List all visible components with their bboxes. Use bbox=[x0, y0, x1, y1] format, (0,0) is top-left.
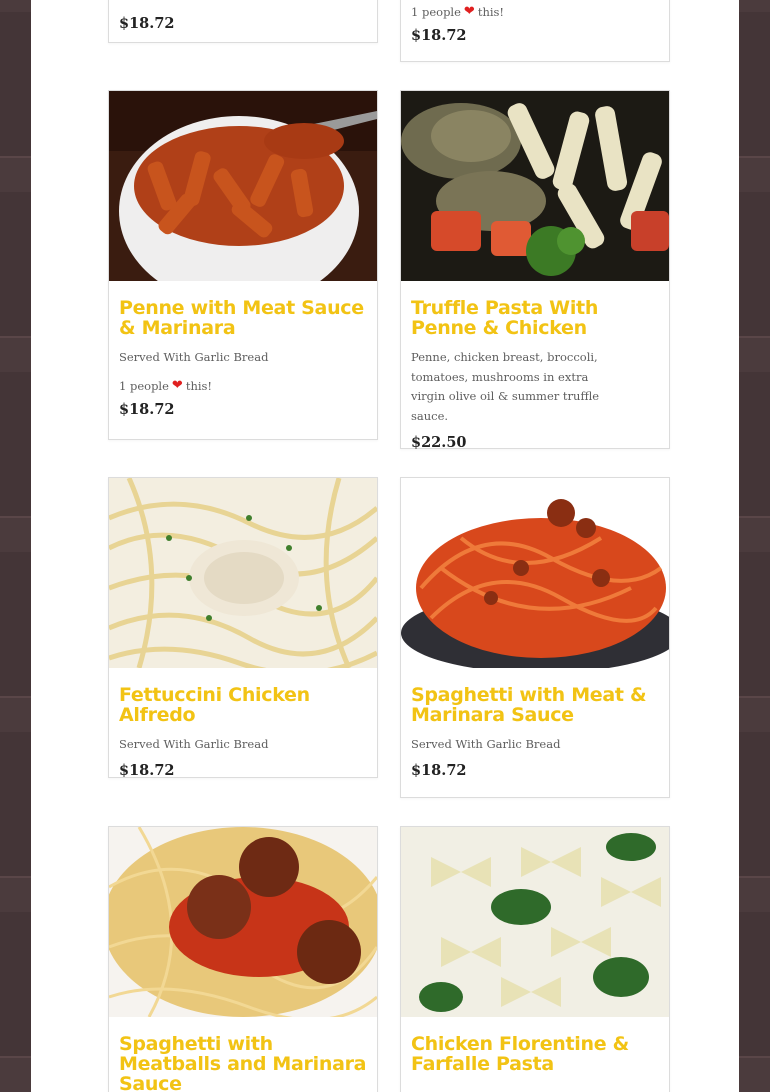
item-photo[interactable] bbox=[109, 827, 377, 1017]
wood-background-left bbox=[0, 0, 31, 1092]
item-price: $18.72 bbox=[119, 15, 175, 32]
menu-item-card[interactable]: Truffle Pasta With Penne & Chicken Penne… bbox=[400, 90, 670, 451]
menu-item-card[interactable]: 1 people ❤ this! $18.72 bbox=[400, 0, 670, 62]
item-photo[interactable] bbox=[109, 91, 377, 281]
item-title[interactable]: Spaghetti with Meatballs and Marinara Sa… bbox=[119, 1034, 367, 1092]
penne-meat-sauce-image bbox=[109, 91, 377, 281]
item-title[interactable]: Penne with Meat Sauce & Marinara bbox=[119, 298, 367, 338]
heart-icon[interactable]: ❤ bbox=[464, 4, 475, 20]
spaghetti-meat-sauce-image bbox=[401, 478, 669, 668]
heart-icon[interactable]: ❤ bbox=[172, 378, 183, 394]
item-photo[interactable] bbox=[401, 827, 669, 1017]
item-title[interactable]: Fettuccini Chicken Alfredo bbox=[119, 685, 367, 725]
likes-suffix: this! bbox=[185, 378, 213, 393]
menu-item-card[interactable]: $18.72 bbox=[108, 0, 378, 43]
item-title[interactable]: Spaghetti with Meat & Marinara Sauce bbox=[411, 685, 659, 725]
item-photo[interactable] bbox=[401, 91, 669, 281]
item-description: Served With Garlic Bread bbox=[119, 737, 269, 751]
item-description: Served With Garlic Bread bbox=[119, 350, 269, 364]
item-likes: 1 people ❤ this! bbox=[119, 378, 367, 394]
fettuccini-alfredo-image bbox=[109, 478, 377, 668]
item-price: $18.72 bbox=[411, 27, 467, 44]
item-photo[interactable] bbox=[401, 478, 669, 668]
wood-background-right bbox=[739, 0, 770, 1092]
menu-item-card[interactable]: Spaghetti with Meatballs and Marinara Sa… bbox=[108, 826, 378, 1092]
likes-count: 1 people bbox=[119, 378, 169, 393]
spaghetti-meatballs-image bbox=[109, 827, 377, 1017]
menu-item-card[interactable]: Fettuccini Chicken Alfredo Served With G… bbox=[108, 477, 378, 779]
item-price: $18.72 bbox=[411, 761, 467, 779]
item-price: $22.50 bbox=[411, 434, 467, 451]
likes-count: 1 people bbox=[411, 5, 461, 19]
menu-item-card[interactable]: Penne with Meat Sauce & Marinara Served … bbox=[108, 90, 378, 440]
item-description: Penne, chicken breast, broccoli, tomatoe… bbox=[411, 350, 600, 423]
menu-item-card[interactable]: Spaghetti with Meat & Marinara Sauce Ser… bbox=[400, 477, 670, 798]
item-title[interactable]: Chicken Florentine & Farfalle Pasta bbox=[411, 1034, 659, 1074]
item-price: $18.72 bbox=[119, 400, 175, 418]
likes-suffix: this! bbox=[477, 5, 505, 19]
item-likes: 1 people ❤ this! bbox=[411, 4, 659, 20]
item-description: Served With Garlic Bread bbox=[411, 737, 561, 751]
menu-item-card[interactable]: Chicken Florentine & Farfalle Pasta bbox=[400, 826, 670, 1092]
item-photo[interactable] bbox=[109, 478, 377, 668]
truffle-penne-chicken-image bbox=[401, 91, 669, 281]
item-title[interactable]: Truffle Pasta With Penne & Chicken bbox=[411, 298, 659, 338]
chicken-florentine-farfalle-image bbox=[401, 827, 669, 1017]
item-price: $18.72 bbox=[119, 761, 175, 779]
